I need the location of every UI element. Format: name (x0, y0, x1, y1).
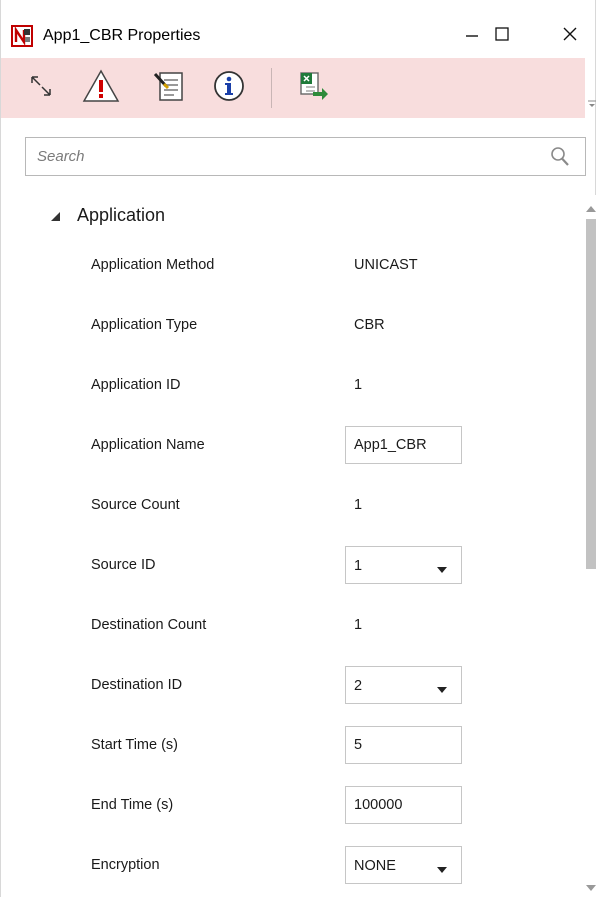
property-grid: Application Application Method UNICAST A… (1, 190, 581, 897)
destination-id-dropdown[interactable]: 2 (345, 666, 462, 704)
dropdown-arrow-icon (437, 682, 447, 693)
warning-button[interactable] (79, 66, 123, 110)
close-button[interactable] (547, 16, 593, 56)
property-row-source-id: Source ID 1 (1, 546, 581, 586)
property-label: Application Type (91, 317, 198, 333)
excel-export-icon (296, 70, 330, 107)
scroll-down-arrow-icon[interactable] (586, 879, 596, 891)
dropdown-arrow-icon (437, 862, 447, 873)
property-row-destination-count: Destination Count 1 (1, 606, 581, 646)
scroll-up-arrow-icon[interactable] (586, 200, 596, 212)
property-row-destination-id: Destination ID 2 (1, 666, 581, 706)
scrollbar-thumb[interactable] (586, 219, 596, 569)
toolbar-overflow-icon[interactable] (587, 96, 596, 107)
toolbar (1, 58, 585, 118)
property-row-source-count: Source Count 1 (1, 486, 581, 526)
property-label: Source ID (91, 557, 156, 573)
notes-button[interactable] (147, 66, 191, 110)
dropdown-value: 1 (354, 558, 363, 574)
property-label: Application Method (91, 257, 215, 273)
toolbar-separator (271, 68, 272, 108)
vertical-scrollbar[interactable] (584, 195, 596, 897)
property-row-application-id: Application ID 1 (1, 366, 581, 406)
property-value: 1 (354, 497, 363, 513)
property-row-application-name: Application Name App1_CBR (1, 426, 581, 466)
source-id-dropdown[interactable]: 1 (345, 546, 462, 584)
collapse-caret-icon[interactable] (49, 209, 61, 221)
property-label: Start Time (s) (91, 737, 179, 753)
property-value: 1 (354, 377, 363, 393)
netsim-app-icon (11, 25, 33, 47)
property-value: CBR (354, 317, 385, 333)
dropdown-arrow-icon (437, 562, 447, 573)
section-title: Application (77, 204, 166, 225)
info-button[interactable] (207, 66, 251, 110)
property-row-application-method: Application Method UNICAST (1, 246, 581, 286)
maximize-icon (494, 26, 510, 47)
search-box (25, 137, 586, 176)
warning-icon (82, 68, 120, 108)
property-label: Source Count (91, 497, 180, 513)
search-input[interactable] (26, 138, 526, 175)
dropdown-value: NONE (354, 858, 396, 874)
close-icon (562, 26, 578, 47)
minimize-icon (464, 26, 480, 47)
property-label: Application Name (91, 437, 205, 453)
section-application[interactable]: Application (49, 202, 165, 228)
properties-window: App1_CBR Properties Search Application A… (0, 0, 596, 897)
maximize-button[interactable] (479, 16, 525, 56)
property-label: End Time (s) (91, 797, 174, 813)
end-time-input[interactable]: 100000 (345, 786, 462, 824)
property-value: UNICAST (354, 257, 418, 273)
encryption-dropdown[interactable]: NONE (345, 846, 462, 884)
expand-collapse-button[interactable] (19, 66, 63, 110)
window-title: App1_CBR Properties (43, 27, 201, 44)
property-label: Destination Count (91, 617, 207, 633)
property-row-encryption: Encryption NONE (1, 846, 581, 886)
start-time-input[interactable]: 5 (345, 726, 462, 764)
info-icon (212, 69, 246, 108)
search-icon[interactable] (549, 146, 571, 168)
application-name-input[interactable]: App1_CBR (345, 426, 462, 464)
export-excel-button[interactable] (291, 66, 335, 110)
expand-collapse-icon (27, 72, 55, 105)
property-label: Destination ID (91, 677, 183, 693)
notes-edit-icon (152, 69, 186, 108)
property-label: Encryption (91, 857, 160, 873)
property-row-application-type: Application Type CBR (1, 306, 581, 346)
property-value: 1 (354, 617, 363, 633)
property-label: Application ID (91, 377, 181, 393)
property-row-start-time: Start Time (s) 5 (1, 726, 581, 766)
dropdown-value: 2 (354, 678, 363, 694)
property-row-end-time: End Time (s) 100000 (1, 786, 581, 826)
title-bar[interactable]: App1_CBR Properties (1, 0, 595, 62)
